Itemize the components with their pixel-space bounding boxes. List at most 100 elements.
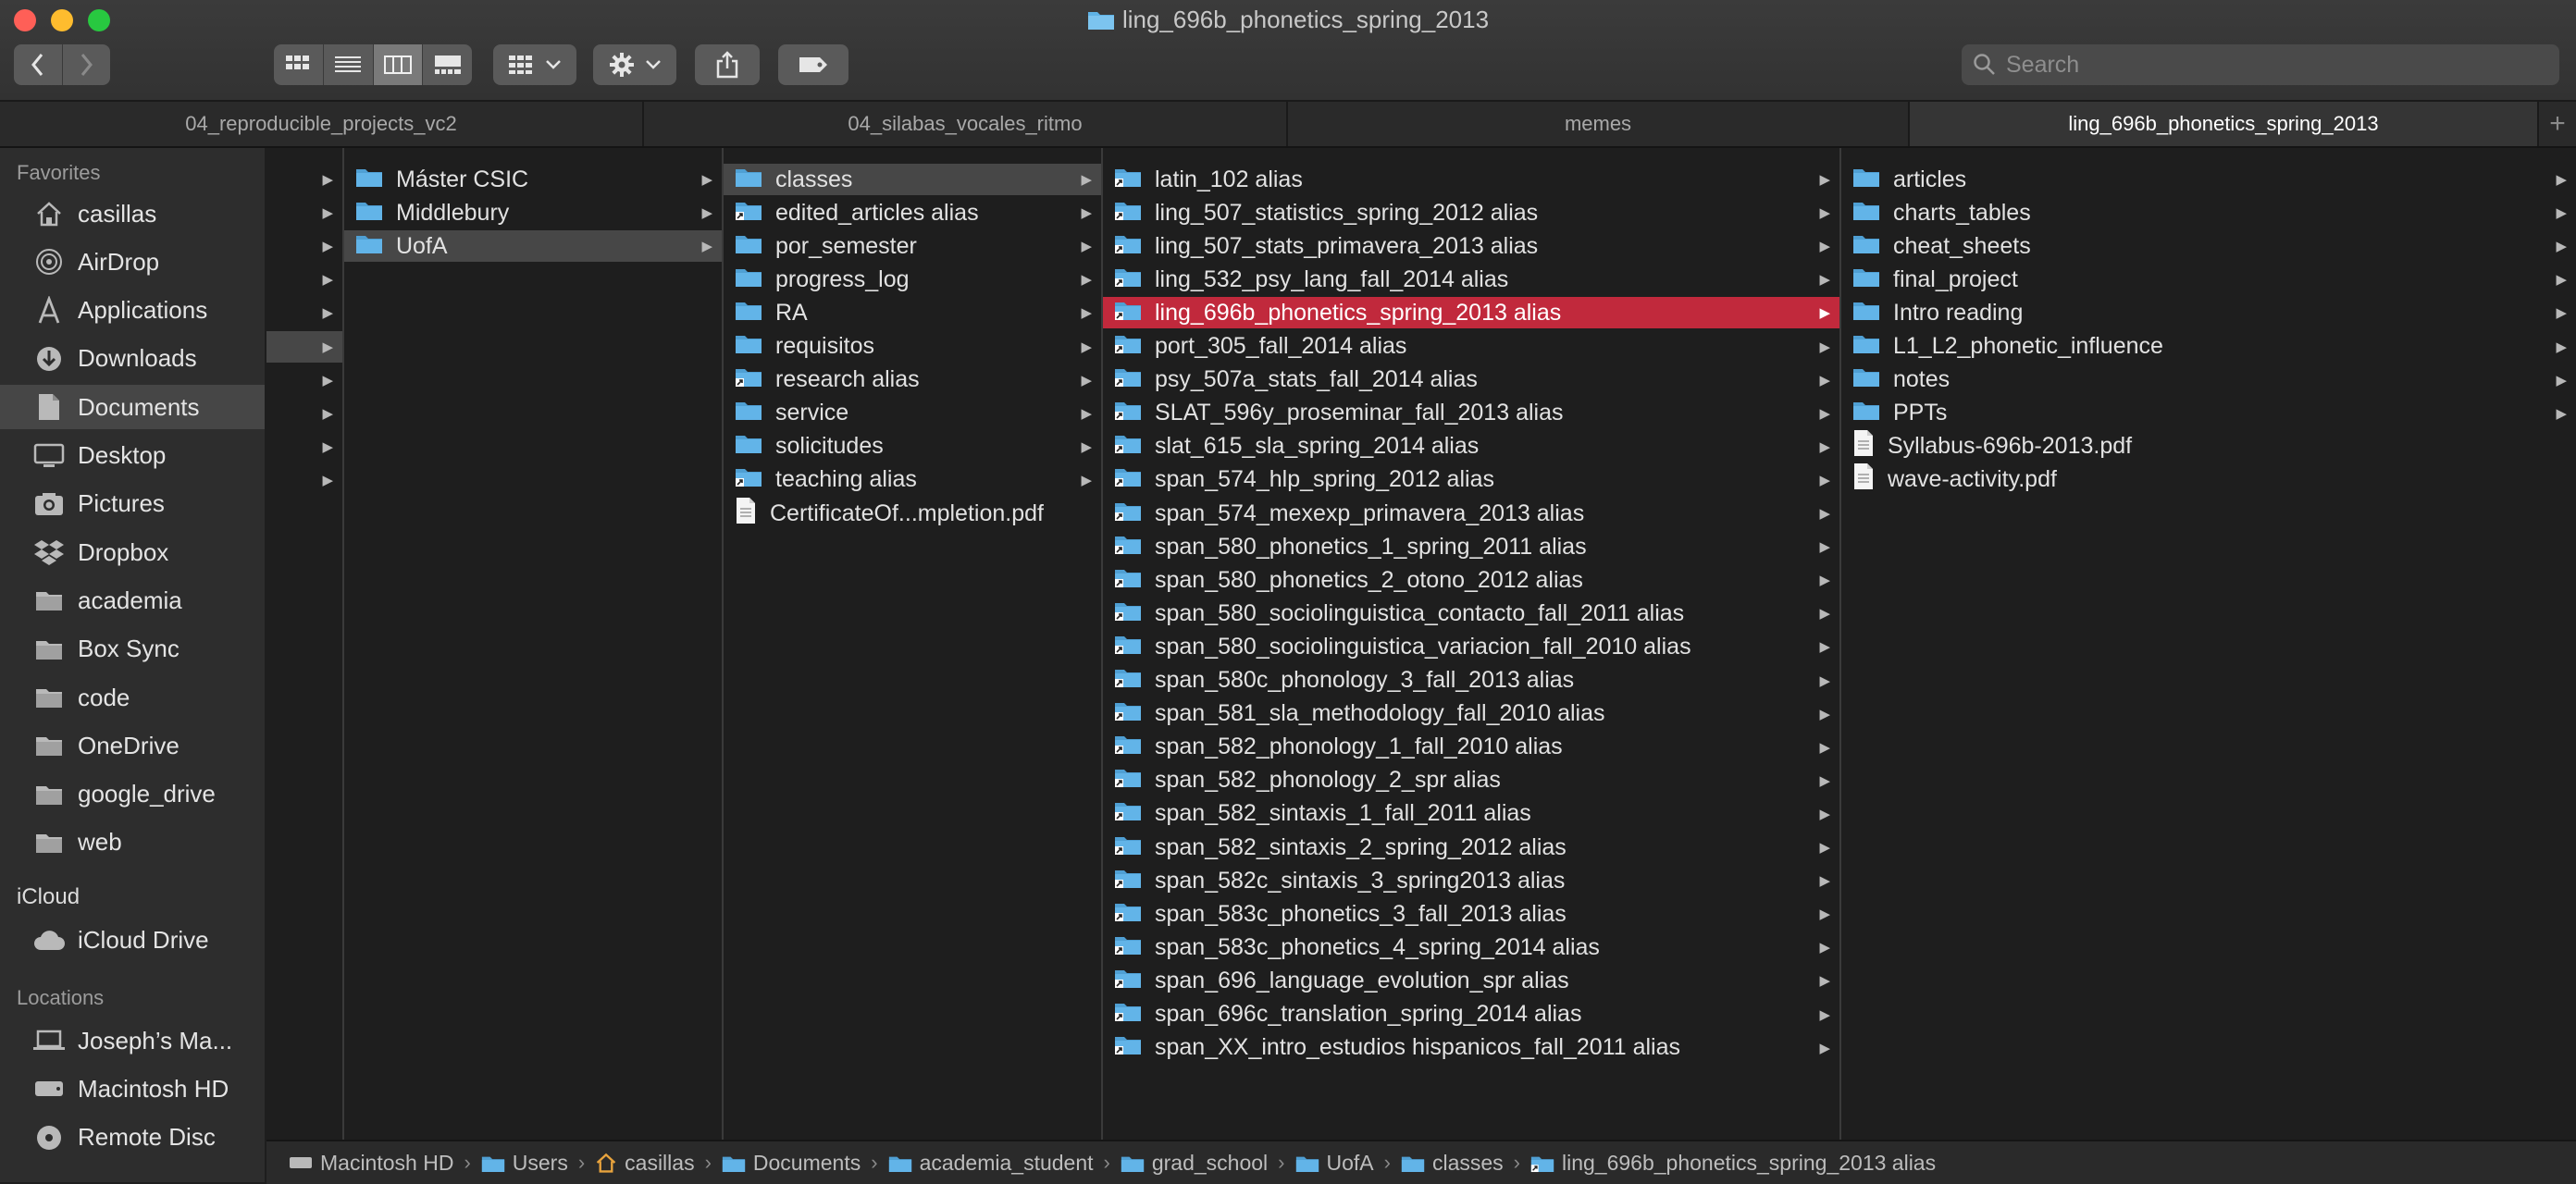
list-item[interactable]: L1_L2_phonetic_influence ▶ xyxy=(1841,331,2576,363)
column-view-button[interactable] xyxy=(373,44,424,85)
list-item[interactable]: ▶ xyxy=(266,464,342,496)
list-item[interactable]: ▶ xyxy=(266,230,342,262)
list-item[interactable]: CertificateOf...mpletion.pdf xyxy=(724,497,1101,529)
search-input[interactable] xyxy=(2006,46,2559,83)
list-item[interactable]: ▶ xyxy=(266,330,342,363)
icon-view-button[interactable] xyxy=(274,44,324,85)
list-item[interactable]: progress_log ▶ xyxy=(724,264,1101,295)
list-item[interactable]: final_project ▶ xyxy=(1841,264,2576,295)
breadcrumb-documents[interactable]: Documents xyxy=(722,1151,861,1176)
sidebar-item-airdrop[interactable]: AirDrop xyxy=(0,240,265,284)
list-item[interactable]: classes ▶ xyxy=(724,164,1101,195)
list-item[interactable]: span_582c_sintaxis_3_spring2013 alias ▶ xyxy=(1103,865,1839,896)
sidebar-item-desktop[interactable]: Desktop xyxy=(0,434,265,478)
breadcrumb-academia-student[interactable]: academia_student xyxy=(888,1151,1094,1176)
sidebar-item-pictures[interactable]: Pictures xyxy=(0,482,265,526)
list-item[interactable]: span_583c_phonetics_3_fall_2013 alias ▶ xyxy=(1103,898,1839,930)
list-item[interactable]: UofA ▶ xyxy=(344,230,722,263)
breadcrumb-classes[interactable]: classes xyxy=(1401,1151,1504,1176)
list-item[interactable]: latin_102 alias ▶ xyxy=(1103,164,1839,195)
list-item[interactable]: teaching alias ▶ xyxy=(724,464,1101,496)
list-item[interactable]: slat_615_sla_spring_2014 alias ▶ xyxy=(1103,431,1839,462)
list-item[interactable]: span_582_sintaxis_2_spring_2012 alias ▶ xyxy=(1103,832,1839,863)
forward-button[interactable] xyxy=(63,44,111,85)
sidebar-item-icloud-drive[interactable]: iCloud Drive xyxy=(0,918,265,962)
breadcrumb-casillas[interactable]: casillas xyxy=(595,1151,695,1176)
list-item[interactable]: span_580_phonetics_1_spring_2011 alias ▶ xyxy=(1103,531,1839,562)
list-item[interactable]: ling_696b_phonetics_spring_2013 alias ▶ xyxy=(1103,297,1839,329)
list-item[interactable]: span_583c_phonetics_4_spring_2014 alias ▶ xyxy=(1103,931,1839,963)
group-by-button[interactable] xyxy=(493,44,576,85)
list-item[interactable]: ▶ xyxy=(266,264,342,295)
list-item[interactable]: span_582_phonology_1_fall_2010 alias ▶ xyxy=(1103,732,1839,763)
sidebar-item-google-drive[interactable]: google_drive xyxy=(0,772,265,817)
sidebar-item-remote-disc[interactable]: Remote Disc xyxy=(0,1116,265,1160)
list-item[interactable]: ▶ xyxy=(266,431,342,462)
list-item[interactable]: span_XX_intro_estudios hispanicos_fall_2… xyxy=(1103,1032,1839,1064)
list-item[interactable]: ▶ xyxy=(266,164,342,195)
sidebar-item-dropbox[interactable]: Dropbox xyxy=(0,530,265,574)
sidebar-item-downloads[interactable]: Downloads xyxy=(0,337,265,381)
breadcrumb-grad-school[interactable]: grad_school xyxy=(1121,1151,1268,1176)
list-item[interactable]: ling_532_psy_lang_fall_2014 alias ▶ xyxy=(1103,264,1839,295)
list-item[interactable]: ling_507_stats_primavera_2013 alias ▶ xyxy=(1103,230,1839,262)
tab-ling-696b[interactable]: ling_696b_phonetics_spring_2013 xyxy=(1910,102,2539,146)
breadcrumb-users[interactable]: Users xyxy=(481,1151,568,1176)
list-item[interactable]: research alias ▶ xyxy=(724,364,1101,396)
list-item[interactable]: ling_507_statistics_spring_2012 alias ▶ xyxy=(1103,197,1839,228)
list-item[interactable]: span_580_sociolinguistica_contacto_fall_… xyxy=(1103,598,1839,629)
sidebar-item-code[interactable]: code xyxy=(0,675,265,720)
sidebar-item-joseph-s-ma[interactable]: Joseph’s Ma... xyxy=(0,1018,265,1063)
list-item[interactable]: span_696c_translation_spring_2014 alias ▶ xyxy=(1103,999,1839,1030)
list-item[interactable]: ▶ xyxy=(266,297,342,328)
tab-memes[interactable]: memes xyxy=(1288,102,1910,146)
sidebar-item-onedrive[interactable]: OneDrive xyxy=(0,723,265,768)
sidebar-item-web[interactable]: web xyxy=(0,820,265,865)
gallery-view-button[interactable] xyxy=(423,44,472,85)
sidebar-item-documents[interactable]: Documents xyxy=(0,385,265,430)
breadcrumb-ling-696b-phonetics-spring-2013-alias[interactable]: ling_696b_phonetics_spring_2013 alias xyxy=(1530,1151,1936,1176)
list-item[interactable]: ▶ xyxy=(266,398,342,429)
share-button[interactable] xyxy=(695,44,760,85)
list-item[interactable]: solicitudes ▶ xyxy=(724,431,1101,462)
list-item[interactable]: Máster CSIC ▶ xyxy=(344,164,722,195)
tags-button[interactable] xyxy=(778,44,848,85)
sidebar-item-box-sync[interactable]: Box Sync xyxy=(0,627,265,672)
list-item[interactable]: span_580c_phonology_3_fall_2013 alias ▶ xyxy=(1103,665,1839,697)
list-item[interactable]: span_574_mexexp_primavera_2013 alias ▶ xyxy=(1103,498,1839,529)
tab-04-silabas-vocales[interactable]: 04_silabas_vocales_ritmo xyxy=(644,102,1288,146)
list-item[interactable]: ▶ xyxy=(266,364,342,396)
list-item[interactable]: articles ▶ xyxy=(1841,164,2576,195)
search-field[interactable] xyxy=(1962,44,2559,85)
list-item[interactable]: span_696_language_evolution_spr alias ▶ xyxy=(1103,965,1839,996)
sidebar-item-macintosh-hd[interactable]: Macintosh HD xyxy=(0,1067,265,1111)
list-item[interactable]: span_581_sla_methodology_fall_2010 alias… xyxy=(1103,698,1839,730)
sidebar-item-casillas[interactable]: casillas xyxy=(0,191,265,236)
list-item[interactable]: RA ▶ xyxy=(724,297,1101,328)
list-item[interactable]: span_582_sintaxis_1_fall_2011 alias ▶ xyxy=(1103,798,1839,830)
list-item[interactable]: charts_tables ▶ xyxy=(1841,197,2576,228)
list-item[interactable]: PPTs ▶ xyxy=(1841,398,2576,429)
list-item[interactable]: span_574_hlp_spring_2012 alias ▶ xyxy=(1103,464,1839,496)
new-tab-button[interactable]: + xyxy=(2539,102,2576,146)
breadcrumb-uofa[interactable]: UofA xyxy=(1295,1151,1374,1176)
list-item[interactable]: port_305_fall_2014 alias ▶ xyxy=(1103,331,1839,363)
tab-04-reproducible-projects[interactable]: 04_reproducible_projects_vc2 xyxy=(0,102,644,146)
list-item[interactable]: Middlebury ▶ xyxy=(344,197,722,228)
list-item[interactable]: notes ▶ xyxy=(1841,364,2576,396)
list-item[interactable]: span_580_sociolinguistica_variacion_fall… xyxy=(1103,631,1839,662)
list-item[interactable]: psy_507a_stats_fall_2014 alias ▶ xyxy=(1103,364,1839,396)
back-button[interactable] xyxy=(14,44,63,85)
breadcrumb-macintosh-hd[interactable]: Macintosh HD xyxy=(289,1151,453,1176)
list-view-button[interactable] xyxy=(324,44,374,85)
list-item[interactable]: Intro reading ▶ xyxy=(1841,297,2576,328)
sidebar-item-applications[interactable]: Applications xyxy=(0,289,265,333)
list-item[interactable]: ▶ xyxy=(266,197,342,228)
sidebar-item-academia[interactable]: academia xyxy=(0,578,265,623)
list-item[interactable]: requisitos ▶ xyxy=(724,331,1101,363)
list-item[interactable]: cheat_sheets ▶ xyxy=(1841,230,2576,262)
list-item[interactable]: Syllabus-696b-2013.pdf xyxy=(1841,430,2576,462)
action-menu-button[interactable] xyxy=(593,44,676,85)
list-item[interactable]: span_580_phonetics_2_otono_2012 alias ▶ xyxy=(1103,564,1839,596)
list-item[interactable]: edited_articles alias ▶ xyxy=(724,197,1101,228)
